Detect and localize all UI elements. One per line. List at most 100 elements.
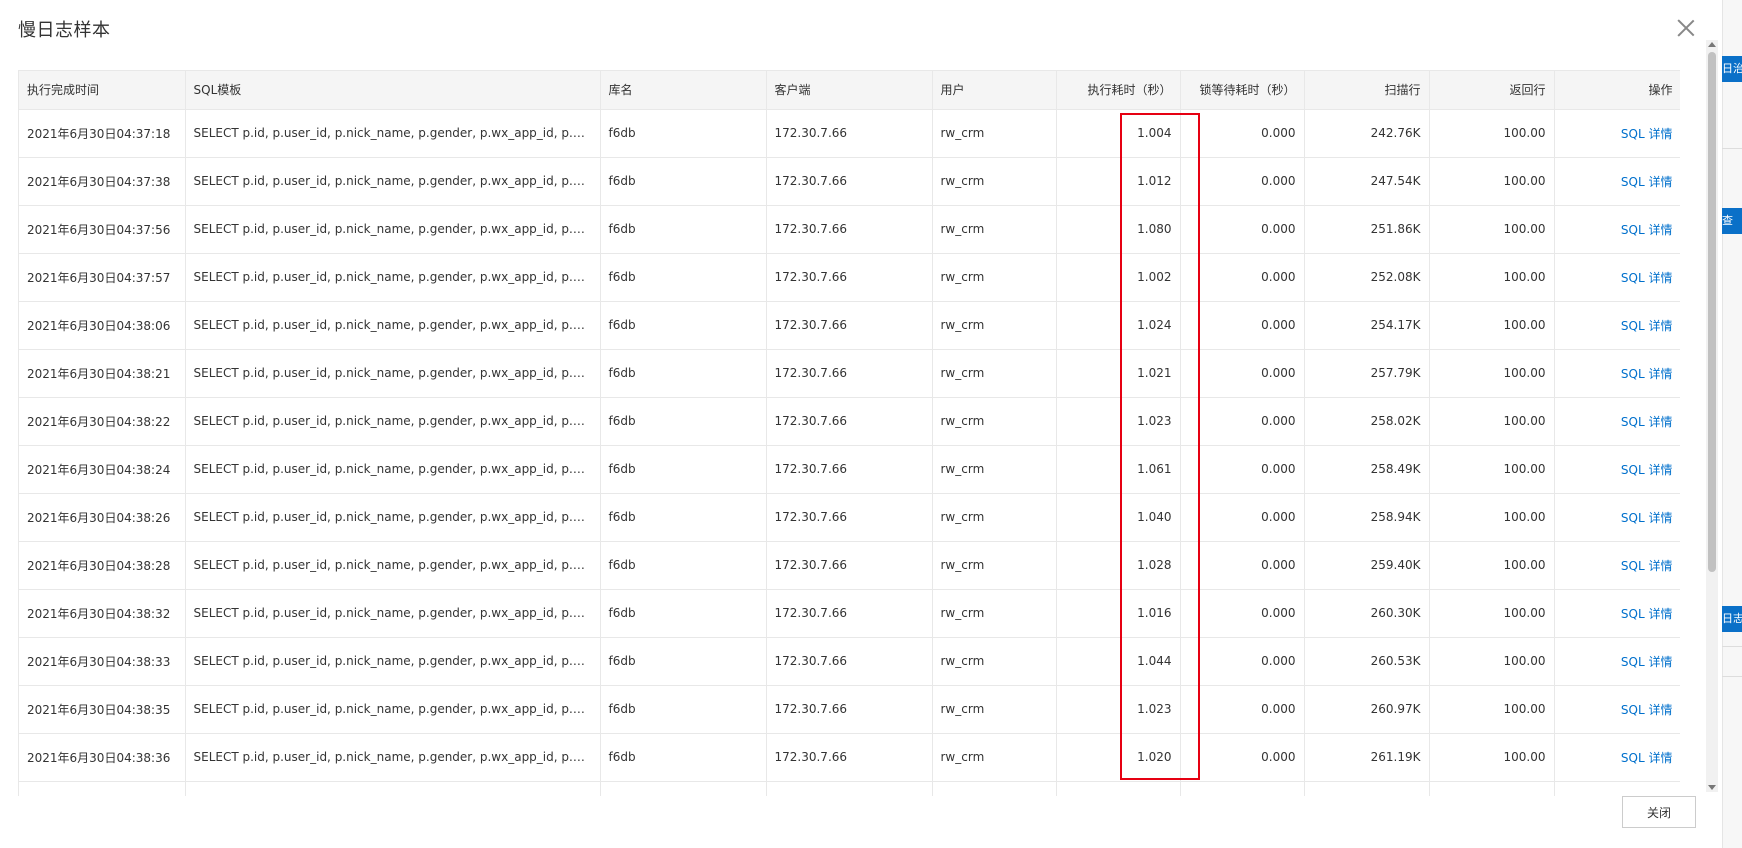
background-tag-1: 日治 bbox=[1722, 56, 1742, 82]
cell-sql-template bbox=[185, 781, 601, 796]
cell-finish-time: 2021年6月30日04:38:36 bbox=[19, 733, 186, 782]
sql-detail-link[interactable]: SQL 详情 bbox=[1621, 175, 1673, 189]
cell-finish-time: 2021年6月30日04:38:22 bbox=[19, 397, 186, 446]
table-row: 2021年6月30日04:38:22 SELECT p.id, p.user_id… bbox=[19, 397, 1680, 446]
cell-finish-time: 2021年6月30日04:38:35 bbox=[19, 685, 186, 734]
column-header-rows-returned[interactable]: 返回行 bbox=[1429, 71, 1555, 110]
cell-user: rw_crm bbox=[932, 157, 1057, 206]
cell-lock-time: 0.000 bbox=[1180, 301, 1305, 350]
column-header-exec-time[interactable]: 执行耗时（秒） bbox=[1056, 71, 1181, 110]
cell-rows-returned: 100.00 bbox=[1429, 445, 1555, 494]
cell-user: rw_crm bbox=[932, 493, 1057, 542]
cell-rows-scanned: 252.08K bbox=[1304, 253, 1430, 302]
table-row: 2021年6月30日04:38:36 SELECT p.id, p.user_id… bbox=[19, 733, 1680, 782]
cell-client: 172.30.7.66 bbox=[766, 445, 933, 494]
cell-rows-scanned: 254.17K bbox=[1304, 301, 1430, 350]
column-header-lock-time[interactable]: 锁等待耗时（秒） bbox=[1180, 71, 1305, 110]
cell-action: SQL 详情 bbox=[1554, 397, 1680, 446]
cell-client: 172.30.7.66 bbox=[766, 589, 933, 638]
table-row: 2021年6月30日04:38:33 SELECT p.id, p.user_id… bbox=[19, 637, 1680, 686]
table-body: 2021年6月30日04:37:18 SELECT p.id, p.user_id… bbox=[19, 109, 1680, 796]
cell-rows-returned: 100.00 bbox=[1429, 397, 1555, 446]
sql-detail-link[interactable]: SQL 详情 bbox=[1621, 751, 1673, 765]
cell-exec-time: 1.012 bbox=[1056, 157, 1181, 206]
cell-rows-returned: 100.00 bbox=[1429, 205, 1555, 254]
sql-detail-link[interactable]: SQL 详情 bbox=[1621, 127, 1673, 141]
cell-client: 172.30.7.66 bbox=[766, 157, 933, 206]
cell-client bbox=[766, 781, 933, 796]
cell-action bbox=[1554, 781, 1680, 796]
sql-detail-link[interactable]: SQL 详情 bbox=[1621, 415, 1673, 429]
close-button[interactable]: 关闭 bbox=[1622, 796, 1696, 828]
cell-client: 172.30.7.66 bbox=[766, 109, 933, 158]
cell-action: SQL 详情 bbox=[1554, 445, 1680, 494]
column-header-db-name[interactable]: 库名 bbox=[600, 71, 767, 110]
cell-lock-time: 0.000 bbox=[1180, 205, 1305, 254]
sql-detail-link[interactable]: SQL 详情 bbox=[1621, 559, 1673, 573]
cell-db-name: f6db bbox=[600, 637, 767, 686]
cell-exec-time: 1.080 bbox=[1056, 205, 1181, 254]
cell-rows-scanned: 258.02K bbox=[1304, 397, 1430, 446]
cell-client: 172.30.7.66 bbox=[766, 349, 933, 398]
sql-detail-link[interactable]: SQL 详情 bbox=[1621, 223, 1673, 237]
cell-exec-time: 1.004 bbox=[1056, 109, 1181, 158]
cell-action: SQL 详情 bbox=[1554, 589, 1680, 638]
cell-rows-returned: 100.00 bbox=[1429, 109, 1555, 158]
dialog-title: 慢日志样本 bbox=[18, 20, 111, 41]
cell-finish-time: 2021年6月30日04:38:06 bbox=[19, 301, 186, 350]
background-divider-3 bbox=[1722, 676, 1742, 677]
cell-finish-time: 2021年6月30日04:38:28 bbox=[19, 541, 186, 590]
cell-lock-time: 0.000 bbox=[1180, 157, 1305, 206]
cell-finish-time: 2021年6月30日04:38:24 bbox=[19, 445, 186, 494]
cell-lock-time bbox=[1180, 781, 1305, 796]
sql-detail-link[interactable]: SQL 详情 bbox=[1621, 271, 1673, 285]
cell-action: SQL 详情 bbox=[1554, 301, 1680, 350]
cell-exec-time: 1.016 bbox=[1056, 589, 1181, 638]
cell-rows-scanned: 258.49K bbox=[1304, 445, 1430, 494]
cell-db-name bbox=[600, 781, 767, 796]
cell-exec-time: 1.021 bbox=[1056, 349, 1181, 398]
cell-db-name: f6db bbox=[600, 493, 767, 542]
cell-rows-scanned: 259.40K bbox=[1304, 541, 1430, 590]
cell-rows-scanned: 261.19K bbox=[1304, 733, 1430, 782]
cell-rows-returned: 100.00 bbox=[1429, 637, 1555, 686]
cell-lock-time: 0.000 bbox=[1180, 493, 1305, 542]
scroll-down-arrow-icon[interactable] bbox=[1708, 785, 1716, 790]
cell-exec-time bbox=[1056, 781, 1181, 796]
cell-user: rw_crm bbox=[932, 109, 1057, 158]
cell-lock-time: 0.000 bbox=[1180, 589, 1305, 638]
column-header-sql-template[interactable]: SQL模板 bbox=[185, 71, 601, 110]
table-row: 2021年6月30日04:37:18 SELECT p.id, p.user_id… bbox=[19, 109, 1680, 158]
sql-detail-link[interactable]: SQL 详情 bbox=[1621, 607, 1673, 621]
cell-action: SQL 详情 bbox=[1554, 157, 1680, 206]
cell-rows-scanned: 257.79K bbox=[1304, 349, 1430, 398]
cell-finish-time: 2021年6月30日04:38:32 bbox=[19, 589, 186, 638]
cell-rows-returned: 100.00 bbox=[1429, 541, 1555, 590]
cell-action: SQL 详情 bbox=[1554, 349, 1680, 398]
cell-sql-template: SELECT p.id, p.user_id, p.nick_name, p.g… bbox=[185, 685, 601, 734]
sql-detail-link[interactable]: SQL 详情 bbox=[1621, 511, 1673, 525]
column-header-actions: 操作 bbox=[1554, 71, 1680, 110]
cell-lock-time: 0.000 bbox=[1180, 637, 1305, 686]
column-header-finish-time[interactable]: 执行完成时间 bbox=[19, 71, 186, 110]
close-icon[interactable] bbox=[1675, 17, 1697, 39]
cell-action: SQL 详情 bbox=[1554, 685, 1680, 734]
cell-rows-scanned bbox=[1304, 781, 1430, 796]
cell-db-name: f6db bbox=[600, 157, 767, 206]
cell-exec-time: 1.023 bbox=[1056, 685, 1181, 734]
cell-sql-template: SELECT p.id, p.user_id, p.nick_name, p.g… bbox=[185, 493, 601, 542]
sql-detail-link[interactable]: SQL 详情 bbox=[1621, 463, 1673, 477]
scroll-up-arrow-icon[interactable] bbox=[1708, 42, 1716, 47]
scroll-thumb[interactable] bbox=[1708, 52, 1716, 572]
dialog-scrollbar[interactable] bbox=[1706, 40, 1718, 792]
sql-detail-link[interactable]: SQL 详情 bbox=[1621, 703, 1673, 717]
column-header-user[interactable]: 用户 bbox=[932, 71, 1057, 110]
cell-rows-returned: 100.00 bbox=[1429, 685, 1555, 734]
sql-detail-link[interactable]: SQL 详情 bbox=[1621, 367, 1673, 381]
column-header-client[interactable]: 客户端 bbox=[766, 71, 933, 110]
sql-detail-link[interactable]: SQL 详情 bbox=[1621, 655, 1673, 669]
cell-user: rw_crm bbox=[932, 301, 1057, 350]
column-header-rows-scanned[interactable]: 扫描行 bbox=[1304, 71, 1430, 110]
sql-detail-link[interactable]: SQL 详情 bbox=[1621, 319, 1673, 333]
cell-user: rw_crm bbox=[932, 253, 1057, 302]
